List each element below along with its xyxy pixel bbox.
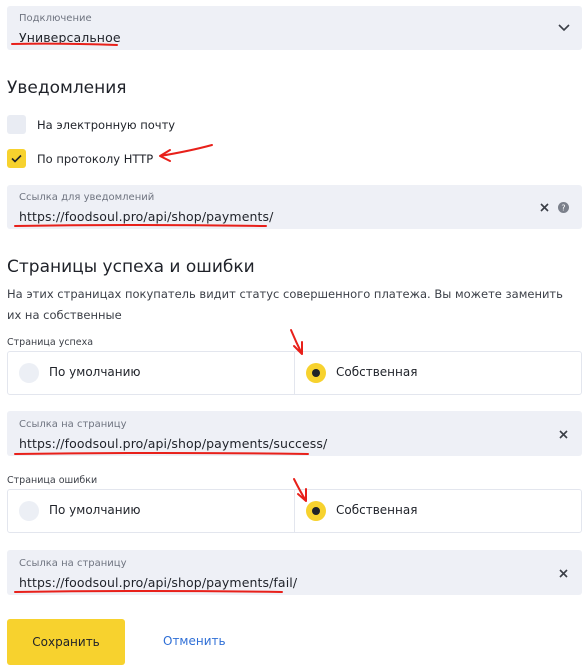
fail-url-input[interactable]: https://foodsoul.pro/api/shop/payments/f… (19, 575, 297, 590)
notifications-heading: Уведомления (7, 78, 127, 98)
success-page-radio-group: По умолчанию Собственная (7, 351, 582, 395)
fail-default-option[interactable]: По умолчанию (8, 490, 294, 532)
notify-url-label: Ссылка для уведомлений (19, 192, 155, 203)
notify-email-label: На электронную почту (37, 118, 176, 132)
checkmark-icon (11, 154, 22, 163)
notify-url-field[interactable]: Ссылка для уведомлений https://foodsoul.… (7, 185, 582, 229)
success-url-label: Ссылка на страницу (19, 419, 127, 430)
notify-http-checkbox[interactable]: По протоколу HTTP (7, 149, 207, 171)
pages-heading: Страницы успеха и ошибки (7, 257, 255, 277)
cancel-link[interactable]: Отменить (163, 634, 226, 648)
success-url-input[interactable]: https://foodsoul.pro/api/shop/payments/s… (19, 436, 327, 451)
fail-page-label: Страница ошибки (7, 475, 98, 486)
connection-select[interactable]: Подключение Универсальное (7, 6, 582, 50)
pages-description: На этих страницах покупатель видит стату… (7, 287, 563, 322)
fail-custom-option[interactable]: Собственная (294, 490, 581, 532)
close-icon[interactable] (559, 569, 568, 578)
checkbox-unchecked[interactable] (7, 115, 26, 134)
option-label: Собственная (336, 503, 418, 517)
close-icon[interactable] (540, 203, 549, 212)
option-label: Собственная (336, 365, 418, 379)
checkbox-checked[interactable] (7, 149, 26, 168)
question-circle-icon[interactable]: ? (558, 202, 569, 213)
success-custom-option[interactable]: Собственная (294, 352, 581, 394)
notify-url-input[interactable]: https://foodsoul.pro/api/shop/payments/ (19, 209, 273, 224)
radio-on[interactable] (306, 501, 326, 521)
notify-http-label: По протоколу HTTP (37, 152, 154, 166)
option-label: По умолчанию (49, 365, 141, 379)
fail-url-label: Ссылка на страницу (19, 558, 127, 569)
notify-email-checkbox[interactable]: На электронную почту (7, 115, 207, 137)
radio-on[interactable] (306, 363, 326, 383)
connection-value: Универсальное (19, 30, 121, 45)
svg-text:?: ? (561, 204, 565, 213)
radio-off[interactable] (19, 501, 39, 521)
success-page-label: Страница успеха (7, 337, 94, 348)
close-icon[interactable] (559, 430, 568, 439)
option-label: По умолчанию (49, 503, 141, 517)
success-default-option[interactable]: По умолчанию (8, 352, 294, 394)
chevron-down-icon[interactable] (558, 24, 570, 32)
success-url-field[interactable]: Ссылка на страницу https://foodsoul.pro/… (7, 411, 582, 456)
radio-off[interactable] (19, 363, 39, 383)
save-button[interactable]: Сохранить (7, 619, 125, 665)
connection-label: Подключение (19, 13, 92, 24)
fail-page-radio-group: По умолчанию Собственная (7, 489, 582, 533)
fail-url-field[interactable]: Ссылка на страницу https://foodsoul.pro/… (7, 550, 582, 595)
